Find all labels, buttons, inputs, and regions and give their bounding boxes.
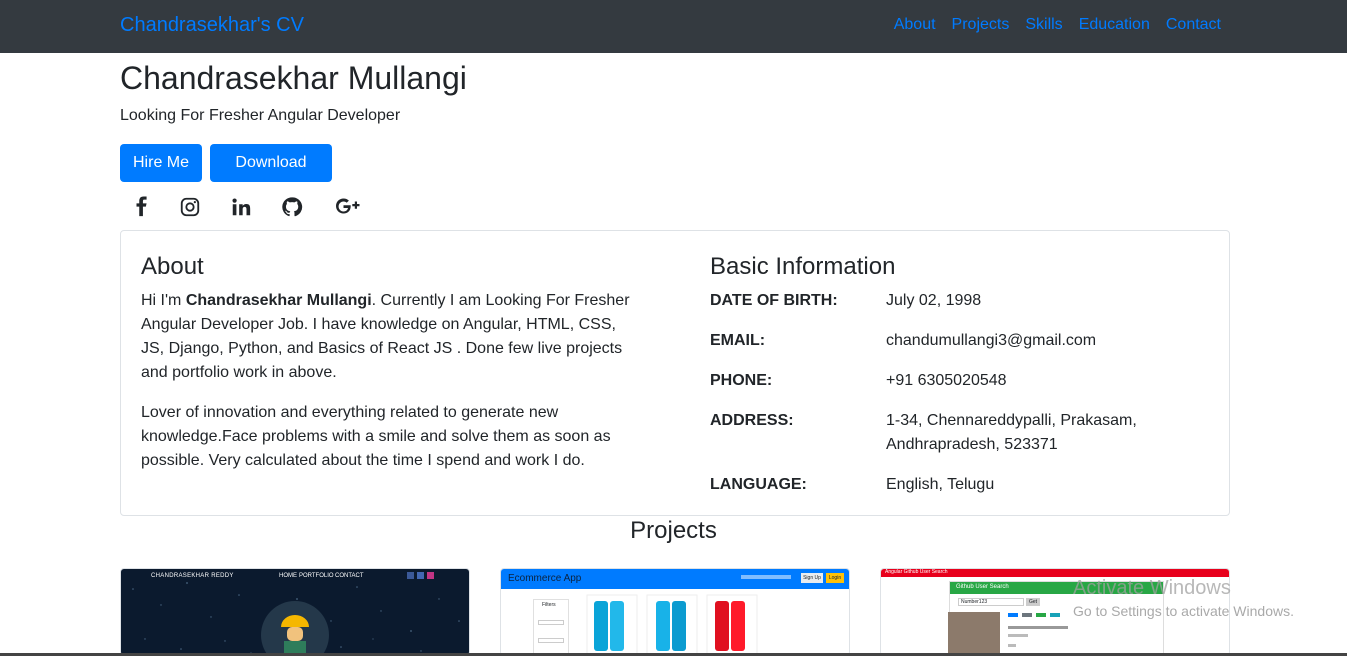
github-search-panel-title: Github User Search <box>956 584 1009 590</box>
github-detail-line <box>1008 644 1016 647</box>
info-value: +91 6305020548 <box>886 372 1007 389</box>
hero-subtitle: Looking For Fresher Angular Developer <box>120 107 401 124</box>
info-value: English, Telugu <box>886 476 995 493</box>
info-label: LANGUAGE: <box>710 476 807 493</box>
navbar: Chandrasekhar's CV About Projects Skills… <box>0 0 1347 53</box>
about-text: Hi I'm Chandrasekhar Mullangi. Currently… <box>141 289 641 489</box>
nav-link-contact[interactable]: Contact <box>1166 16 1221 34</box>
navbar-brand[interactable]: Chandrasekhar's CV <box>120 14 304 37</box>
nav-link-skills[interactable]: Skills <box>1025 16 1062 34</box>
github-tag <box>1008 613 1018 617</box>
project-card-ecommerce[interactable]: Ecommerce App Sign Up Login Filters <box>500 568 850 656</box>
nav-link-projects[interactable]: Projects <box>952 16 1010 34</box>
google-plus-icon[interactable] <box>334 196 364 218</box>
info-value: July 02, 1998 <box>886 292 982 309</box>
basic-info-title: Basic Information <box>710 253 896 280</box>
hire-me-button[interactable]: Hire Me <box>120 144 202 182</box>
portfolio-brand: CHANDRASEKHAR REDDY <box>151 573 234 579</box>
portfolio-linkedin-icon <box>407 572 414 579</box>
ecommerce-products <box>586 594 758 655</box>
github-search-input: Number123 <box>958 598 1024 606</box>
instagram-icon[interactable] <box>178 196 202 218</box>
nav-link-about[interactable]: About <box>894 16 936 34</box>
info-label: DATE OF BIRTH: <box>710 292 838 309</box>
portfolio-instagram-icon <box>427 572 434 579</box>
about-paragraph-1: Hi I'm Chandrasekhar Mullangi. Currently… <box>141 289 641 385</box>
starfield <box>132 582 460 655</box>
about-title: About <box>141 253 204 280</box>
facebook-icon[interactable] <box>130 196 154 218</box>
about-paragraph-2: Lover of innovation and everything relat… <box>141 404 611 469</box>
github-search-header-title: Angular Github User Search <box>885 569 948 575</box>
project-card-portfolio[interactable]: CHANDRASEKHAR REDDY HOME PORTFOLIO CONTA… <box>120 568 470 656</box>
github-tag <box>1050 613 1060 617</box>
portfolio-facebook-icon <box>417 572 424 579</box>
social-links <box>130 196 364 218</box>
info-value: chandumullangi3@gmail.com <box>886 332 1097 349</box>
windows-activation-subtitle: Go to Settings to activate Windows. <box>1073 603 1294 619</box>
github-avatar <box>948 612 1000 655</box>
nav-link-education[interactable]: Education <box>1079 16 1150 34</box>
info-label: ADDRESS: <box>710 412 794 429</box>
github-search-button: Get <box>1026 598 1040 606</box>
info-label: PHONE: <box>710 372 773 389</box>
about-card: About Hi I'm Chandrasekhar Mullangi. Cur… <box>120 230 1230 516</box>
portfolio-nav-contact: CONTACT <box>335 573 364 579</box>
windows-activation-title: Activate Windows <box>1073 577 1231 599</box>
download-cv-button[interactable]: Download CV <box>210 144 332 209</box>
github-detail-line <box>1008 634 1028 637</box>
linkedin-icon[interactable] <box>229 196 253 218</box>
portfolio-nav-portfolio: PORTFOLIO <box>299 573 334 579</box>
portfolio-nav-home: HOME <box>279 573 297 579</box>
about-intro-name: Chandrasekhar Mullangi <box>185 292 372 309</box>
nav-links: About Projects Skills Education Contact <box>894 16 1221 34</box>
info-value: 1-34, Chennareddypalli, Prakasam, Andhra… <box>886 412 1137 453</box>
hero-name: Chandrasekhar Mullangi <box>120 60 467 96</box>
projects-title: Projects <box>630 517 717 544</box>
github-detail-line <box>1008 626 1068 629</box>
about-intro-prefix: Hi I'm <box>141 292 186 309</box>
github-tag <box>1022 613 1032 617</box>
github-icon[interactable] <box>280 196 304 218</box>
info-label: EMAIL: <box>710 332 766 349</box>
github-tag <box>1036 613 1046 617</box>
